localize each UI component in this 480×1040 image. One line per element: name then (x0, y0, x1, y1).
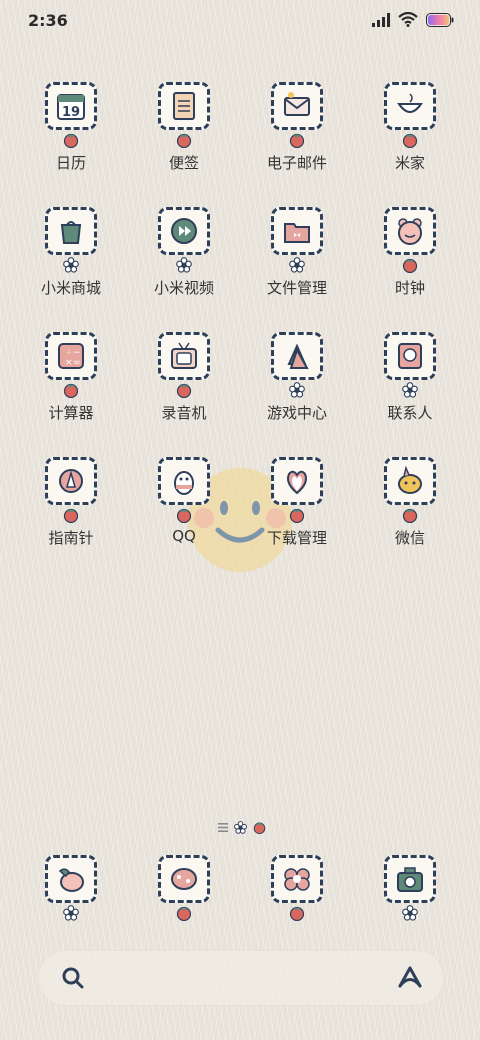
svg-text:+: + (65, 348, 73, 358)
flower-badge-icon (176, 257, 192, 273)
app-calculator[interactable]: + − × = 计算器 (15, 332, 127, 423)
flower-page-icon (234, 821, 247, 834)
strawberry-badge-icon (63, 132, 79, 149)
recorder-icon[interactable] (158, 332, 210, 380)
flower-badge-icon (63, 257, 79, 273)
app-shopping-bag[interactable]: 小米商城 (15, 207, 127, 298)
app-label: 时钟 (394, 279, 425, 297)
browser-icon[interactable] (271, 855, 323, 903)
app-folder[interactable]: 文件管理 (241, 207, 353, 298)
app-label: 微信 (394, 529, 425, 547)
strawberry-badge-icon (176, 905, 192, 922)
app-label: 电子邮件 (266, 154, 327, 172)
app-qq[interactable]: QQ (128, 457, 240, 545)
strawberry-badge-icon (176, 132, 192, 149)
svg-text:×: × (65, 358, 73, 368)
strawberry-badge-icon (289, 905, 305, 922)
app-clock[interactable]: 时钟 (354, 207, 466, 298)
flower-badge-icon (289, 257, 305, 273)
folder-icon[interactable] (271, 207, 323, 255)
status-icons (372, 12, 454, 27)
flower-badge-icon (402, 905, 418, 921)
video-icon[interactable] (158, 207, 210, 255)
app-download[interactable]: 下载管理 (241, 457, 353, 548)
status-bar: 2:36 (0, 0, 480, 40)
dock-app-camera[interactable] (354, 855, 466, 921)
compass-icon[interactable] (45, 457, 97, 505)
wechat-icon[interactable] (384, 457, 436, 505)
svg-text:−: − (73, 348, 81, 358)
strawberry-badge-icon (402, 132, 418, 149)
strawberry-badge-icon (63, 507, 79, 524)
wifi-icon (398, 12, 418, 27)
shopping-bag-icon[interactable] (45, 207, 97, 255)
app-label: 指南针 (48, 529, 94, 547)
strawberry-badge-icon (63, 382, 79, 399)
dock-app-browser[interactable] (241, 855, 353, 922)
strawberry-badge-icon (289, 132, 305, 149)
dock-app-phone[interactable] (15, 855, 127, 921)
app-label: 计算器 (48, 404, 94, 422)
messages-icon[interactable] (158, 855, 210, 903)
app-label: 小米商城 (40, 279, 101, 297)
app-label: QQ (172, 527, 196, 545)
calculator-icon[interactable]: + − × = (45, 332, 97, 380)
mihome-icon[interactable] (384, 82, 436, 130)
assistant-icon[interactable] (397, 965, 423, 989)
app-contacts[interactable]: 联系人 (354, 332, 466, 423)
strawberry-badge-icon (289, 507, 305, 524)
page-indicator[interactable] (218, 821, 266, 834)
app-label: 录音机 (161, 404, 207, 422)
dock-app-messages[interactable] (128, 855, 240, 922)
clock-icon[interactable] (384, 207, 436, 255)
search-bar[interactable] (38, 950, 444, 1006)
flower-badge-icon (402, 382, 418, 398)
app-label: 小米视频 (153, 279, 214, 297)
status-time: 2:36 (28, 11, 68, 30)
app-label: 游戏中心 (266, 404, 327, 422)
strawberry-badge-icon (176, 507, 192, 524)
app-email[interactable]: 电子邮件 (241, 82, 353, 173)
app-label: 日历 (55, 154, 86, 172)
app-wechat[interactable]: 微信 (354, 457, 466, 548)
app-notes[interactable]: 便签 (128, 82, 240, 173)
strawberry-badge-icon (402, 507, 418, 524)
menu-lines-icon (218, 823, 228, 832)
phone-icon[interactable] (45, 855, 97, 903)
notes-icon[interactable] (158, 82, 210, 130)
app-label: 下载管理 (266, 529, 327, 547)
strawberry-badge-icon (176, 382, 192, 399)
app-recorder[interactable]: 录音机 (128, 332, 240, 423)
qq-icon[interactable] (158, 457, 210, 505)
email-icon[interactable] (271, 82, 323, 130)
strawberry-badge-icon (402, 257, 418, 274)
app-mihome[interactable]: 米家 (354, 82, 466, 173)
app-label: 联系人 (387, 404, 433, 422)
strawberry-page-icon (253, 822, 266, 834)
calendar-icon[interactable]: 19 (45, 82, 97, 130)
game-icon[interactable] (271, 332, 323, 380)
app-label: 文件管理 (266, 279, 327, 297)
svg-text:=: = (73, 358, 81, 368)
app-label: 便签 (168, 154, 199, 172)
app-video[interactable]: 小米视频 (128, 207, 240, 298)
download-icon[interactable] (271, 457, 323, 505)
calendar-day: 19 (62, 105, 80, 120)
app-calendar[interactable]: 19 日历 (15, 82, 127, 173)
camera-icon[interactable] (384, 855, 436, 903)
search-icon[interactable] (61, 966, 85, 990)
flower-badge-icon (63, 905, 79, 921)
battery-icon (426, 12, 454, 27)
app-compass[interactable]: 指南针 (15, 457, 127, 548)
app-label: 米家 (394, 154, 425, 172)
signal-icon (372, 12, 390, 27)
flower-badge-icon (289, 382, 305, 398)
app-game[interactable]: 游戏中心 (241, 332, 353, 423)
contacts-icon[interactable] (384, 332, 436, 380)
